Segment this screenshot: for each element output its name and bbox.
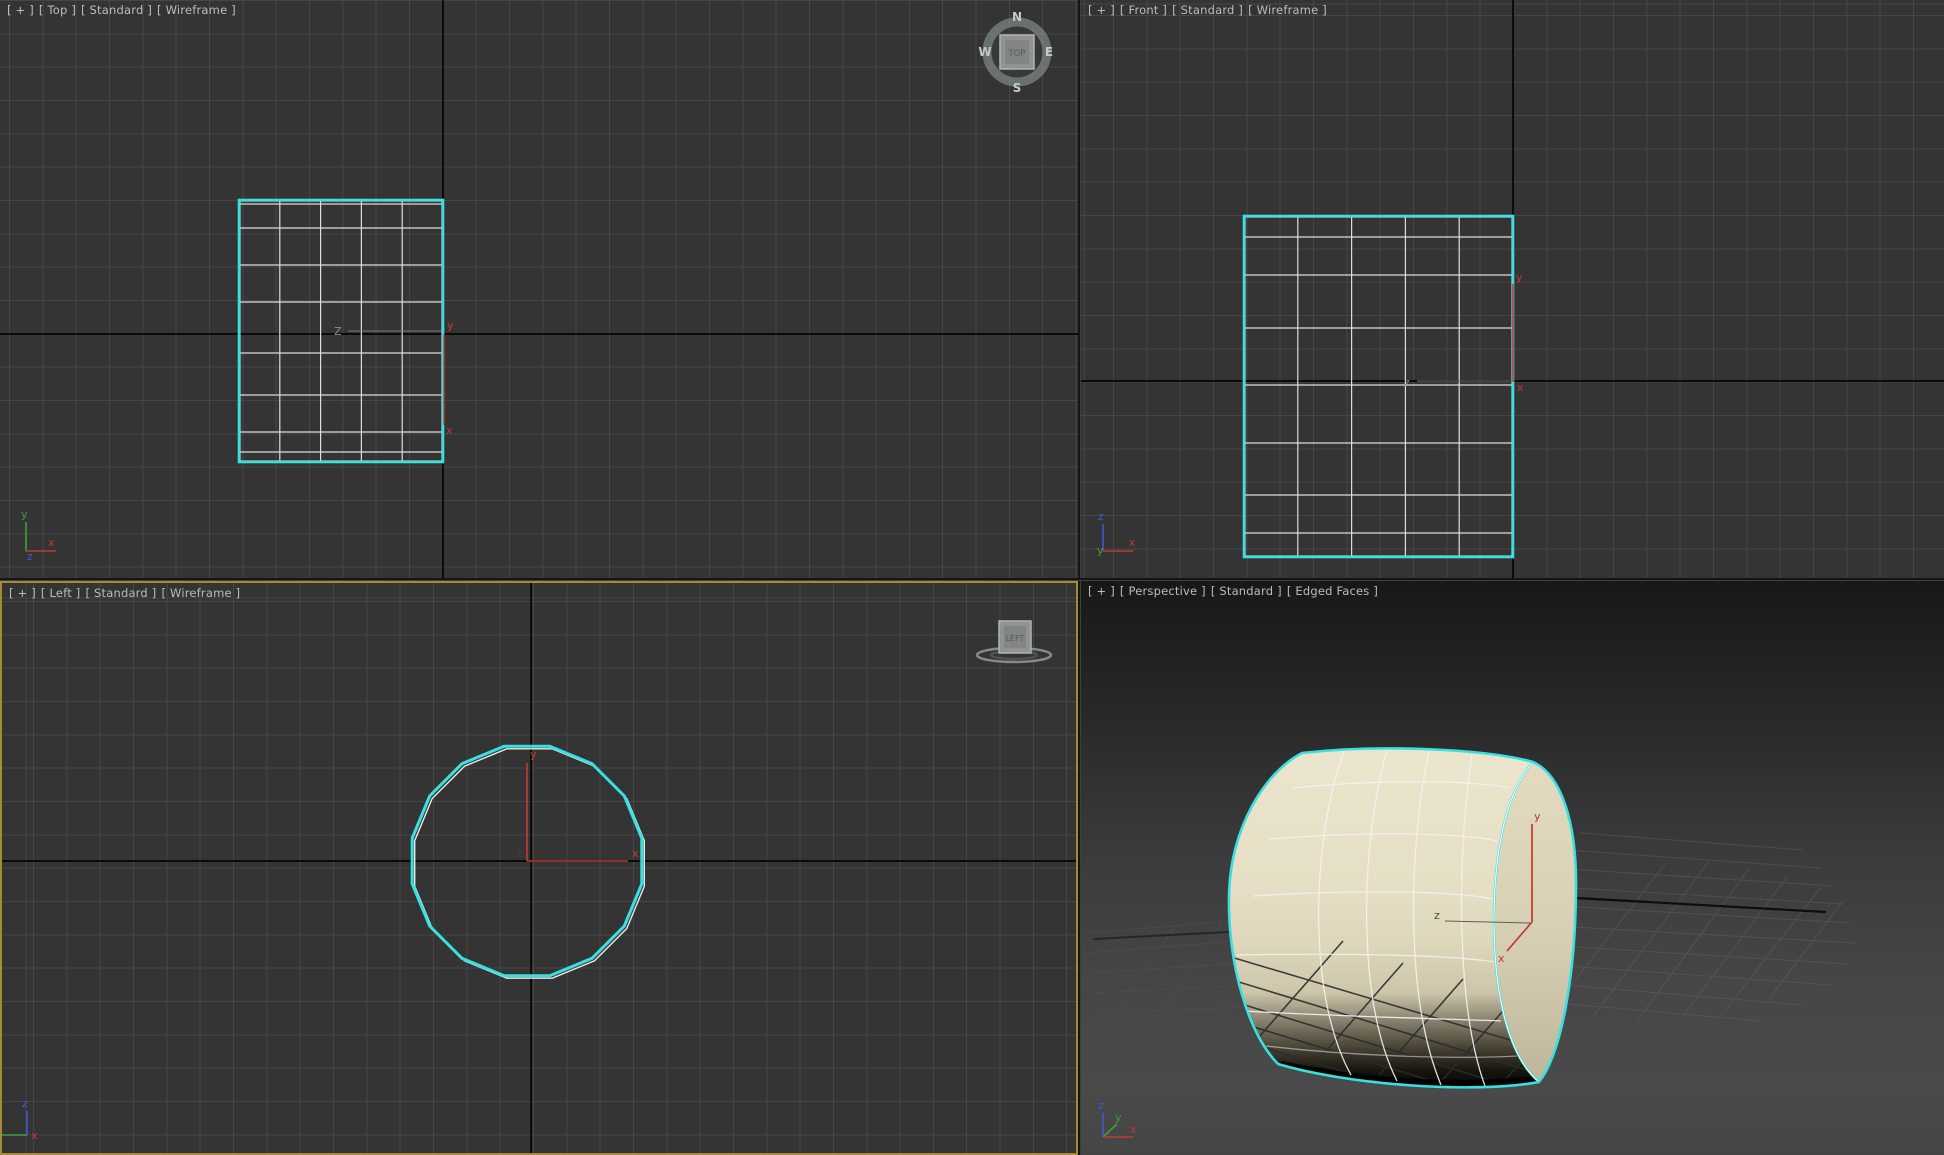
viewport-shading-menu[interactable]: [ Wireframe ] [161, 586, 240, 600]
axis-label-y: y [1516, 271, 1523, 284]
viewport-pov-menu[interactable]: [ Front ] [1120, 3, 1167, 17]
viewport-pov-menu[interactable]: [ Left ] [41, 586, 81, 600]
axis-label-z: Z [334, 325, 342, 338]
tripod-y-label: y [1097, 544, 1104, 557]
viewport-perspective-label: [ + ] [ Perspective ] [ Standard ] [ Edg… [1088, 584, 1378, 598]
viewport-top[interactable]: [ + ] [ Top ] [ Standard ] [ Wireframe ] [0, 0, 1078, 578]
object-axis-gizmo: y x z [517, 748, 639, 862]
compass-west[interactable]: W [978, 45, 991, 59]
object-axis-gizmo: Z y x [334, 319, 454, 437]
viewport-perspective[interactable]: [ + ] [ Perspective ] [ Standard ] [ Edg… [1081, 581, 1944, 1155]
world-tripod: y x z [21, 508, 56, 563]
viewcube-face-label: TOP [1007, 49, 1025, 59]
compass-east[interactable]: E [1045, 45, 1053, 59]
tripod-y-label: y [21, 508, 28, 521]
viewcube-face-label: LEFT [1006, 634, 1025, 643]
max-viewport-layout: [ + ] [ Top ] [ Standard ] [ Wireframe ] [0, 0, 1944, 1155]
axis-label-x: x [1517, 381, 1524, 394]
viewport-front-label: [ + ] [ Front ] [ Standard ] [ Wireframe… [1088, 3, 1327, 17]
axis-label-y: y [1534, 810, 1541, 823]
tripod-z-label: z [1098, 510, 1104, 523]
axis-label-z: z [517, 847, 523, 860]
cylinder-wireframe-left-view[interactable] [410, 744, 645, 979]
compass-north[interactable]: N [1012, 10, 1022, 24]
viewport-renderer-menu[interactable]: [ Standard ] [85, 586, 156, 600]
world-tripod: z x [2, 1097, 38, 1142]
viewport-menu-button[interactable]: [ + ] [1088, 584, 1115, 598]
tripod-x-label: x [1130, 1123, 1137, 1136]
axis-label-x: x [1498, 952, 1505, 965]
world-tripod: z y x [1098, 1099, 1137, 1138]
world-x-axis [1575, 896, 1827, 914]
tripod-x-label: x [31, 1129, 38, 1142]
viewcube[interactable]: TOP N E S W [978, 10, 1053, 95]
axis-label-y: y [447, 319, 454, 332]
world-tripod: z y x [1097, 510, 1136, 557]
viewport-shading-menu[interactable]: [ Wireframe ] [1248, 3, 1327, 17]
viewcube[interactable]: LEFT [975, 620, 1053, 664]
axis-label-y: y [530, 748, 537, 761]
viewport-shading-menu[interactable]: [ Edged Faces ] [1287, 584, 1378, 598]
viewport-pov-menu[interactable]: [ Perspective ] [1120, 584, 1206, 598]
viewport-left-active[interactable]: [ + ] [ Left ] [ Standard ] [ Wireframe … [0, 581, 1078, 1155]
viewport-menu-button[interactable]: [ + ] [1088, 3, 1115, 17]
axis-label-z: z [1434, 909, 1440, 922]
axis-label-z: z [1404, 376, 1410, 389]
selection-outline [1242, 214, 1515, 559]
viewport-shading-menu[interactable]: [ Wireframe ] [157, 3, 236, 17]
viewport-renderer-menu[interactable]: [ Standard ] [81, 3, 152, 17]
cylinder-wireframe-front-view[interactable] [1242, 214, 1515, 559]
viewport-menu-button[interactable]: [ + ] [9, 586, 36, 600]
tripod-x-label: x [1129, 536, 1136, 549]
tripod-z-label: z [22, 1097, 28, 1110]
compass-south[interactable]: S [1013, 81, 1022, 95]
viewport-top-label: [ + ] [ Top ] [ Standard ] [ Wireframe ] [7, 3, 236, 17]
viewport-front[interactable]: [ + ] [ Front ] [ Standard ] [ Wireframe… [1081, 0, 1944, 578]
viewport-renderer-menu[interactable]: [ Standard ] [1211, 584, 1282, 598]
viewport-menu-button[interactable]: [ + ] [7, 3, 34, 17]
viewport-pov-menu[interactable]: [ Top ] [39, 3, 76, 17]
tripod-y-label: y [1115, 1111, 1122, 1124]
viewport-left-label: [ + ] [ Left ] [ Standard ] [ Wireframe … [9, 586, 240, 600]
tripod-x-label: x [48, 536, 55, 549]
axis-label-x: x [632, 847, 639, 860]
tripod-z-label: z [27, 550, 33, 563]
object-axis-gizmo: z y x [1404, 271, 1524, 394]
viewport-renderer-menu[interactable]: [ Standard ] [1172, 3, 1243, 17]
axis-label-x: x [446, 424, 453, 437]
tripod-z-label: z [1098, 1099, 1104, 1112]
world-x-axis-far [1092, 931, 1230, 940]
